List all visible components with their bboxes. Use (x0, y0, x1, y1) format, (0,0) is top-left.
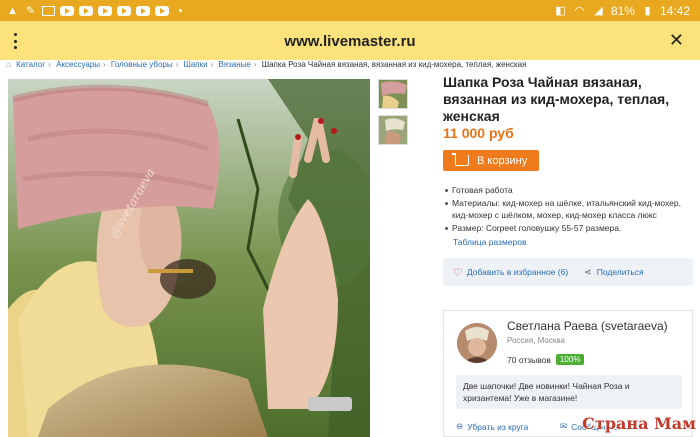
home-icon[interactable]: ⌂ (6, 60, 11, 69)
product-title: Шапка Роза Чайная вязаная, вязанная из к… (443, 74, 670, 124)
size-table-link[interactable]: Таблица размеров (453, 237, 527, 247)
status-bar: ▲ ✎ • ◧ ◠ ◢ 81% ▮ 14:42 (0, 0, 700, 21)
share-label: Поделиться (596, 267, 644, 277)
url-text[interactable]: www.livemaster.ru (0, 33, 700, 50)
heart-icon: ♡ (453, 266, 463, 279)
vibrate-icon: ◧ (555, 4, 566, 17)
seller-announcement: Две шапочки! Две новинки! Чайная Роза и … (456, 375, 682, 409)
thumbnail[interactable] (378, 79, 408, 109)
more-icon: • (178, 4, 183, 17)
youtube-icon (79, 5, 93, 16)
breadcrumb-current: Шапка Роза Чайная вязаная, вязанная из к… (261, 60, 526, 69)
remove-from-circle-button[interactable]: ⊖ Убрать из круга (456, 421, 528, 432)
product-details-list: Готовая работа Материалы: кид-мохер на ш… (443, 184, 688, 234)
remove-from-circle-label: Убрать из круга (467, 421, 529, 432)
battery-level: 81% (610, 3, 635, 18)
signal-strength-icon: ◢ (594, 4, 603, 17)
share-button[interactable]: ⋖ Поделиться (584, 267, 643, 278)
thumbnail[interactable] (378, 115, 408, 145)
product-price: 11 000 руб (443, 125, 514, 141)
product-photo[interactable]: @svetaraeva (8, 79, 370, 437)
breadcrumb-item[interactable]: Вязаные (219, 60, 251, 69)
detail-item: Размер: Corpeet головушку 55-57 размера. (443, 222, 688, 235)
unlink-icon: ⊖ (456, 421, 464, 431)
mail-icon (42, 5, 55, 16)
thumbnail-image (379, 116, 407, 144)
thumbnail-image (379, 80, 407, 108)
detail-item: Готовая работа (443, 184, 688, 197)
youtube-icon (60, 5, 74, 16)
youtube-icon (155, 5, 169, 16)
seller-reviews: 70 отзывов 100% (507, 354, 585, 365)
chat-icon: ✉ (560, 421, 568, 431)
site-watermark: Страна Мам (582, 414, 696, 433)
breadcrumb-item[interactable]: Аксессуары (56, 60, 100, 69)
signal-icon: ▲ (7, 4, 18, 17)
cart-icon (452, 153, 469, 166)
seller-location: Россия, Москва (507, 336, 565, 345)
avatar-image (457, 323, 497, 363)
breadcrumb-item[interactable]: Шапки (184, 60, 208, 69)
rating-badge: 100% (555, 354, 585, 365)
avatar[interactable] (457, 323, 497, 363)
add-to-favorites-button[interactable]: ♡ Добавить в избранное (6) (443, 266, 568, 279)
browser-url-bar: www.livemaster.ru ✕ (0, 21, 700, 60)
close-icon[interactable]: ✕ (669, 30, 684, 51)
product-photo-image: @svetaraeva (8, 79, 370, 437)
share-icon: ⋖ (584, 266, 592, 277)
breadcrumb-item[interactable]: Головные уборы (111, 60, 173, 69)
add-to-cart-label: В корзину (477, 154, 528, 167)
youtube-icon (98, 5, 112, 16)
add-to-cart-button[interactable]: В корзину (443, 150, 539, 171)
seller-name[interactable]: Светлана Раева (svetaraeva) (507, 319, 668, 333)
detail-item: Материалы: кид-мохер на шёлке, итальянск… (443, 197, 688, 222)
battery-icon: ▮ (644, 4, 651, 17)
wrench-icon: ✎ (25, 4, 36, 17)
actions-bar: ♡ Добавить в избранное (6) ⋖ Поделиться (443, 258, 693, 286)
reviews-count[interactable]: 70 отзывов (507, 355, 551, 365)
youtube-icon (117, 5, 131, 16)
clock: 14:42 (659, 3, 690, 18)
favorites-label: Добавить в избранное (6) (466, 267, 569, 277)
youtube-icon (136, 5, 150, 16)
breadcrumb-item[interactable]: Каталог (16, 60, 45, 69)
wifi-icon: ◠ (574, 4, 585, 17)
breadcrumb: ⌂ Каталог › Аксессуары › Головные уборы › Ш… (6, 60, 526, 69)
